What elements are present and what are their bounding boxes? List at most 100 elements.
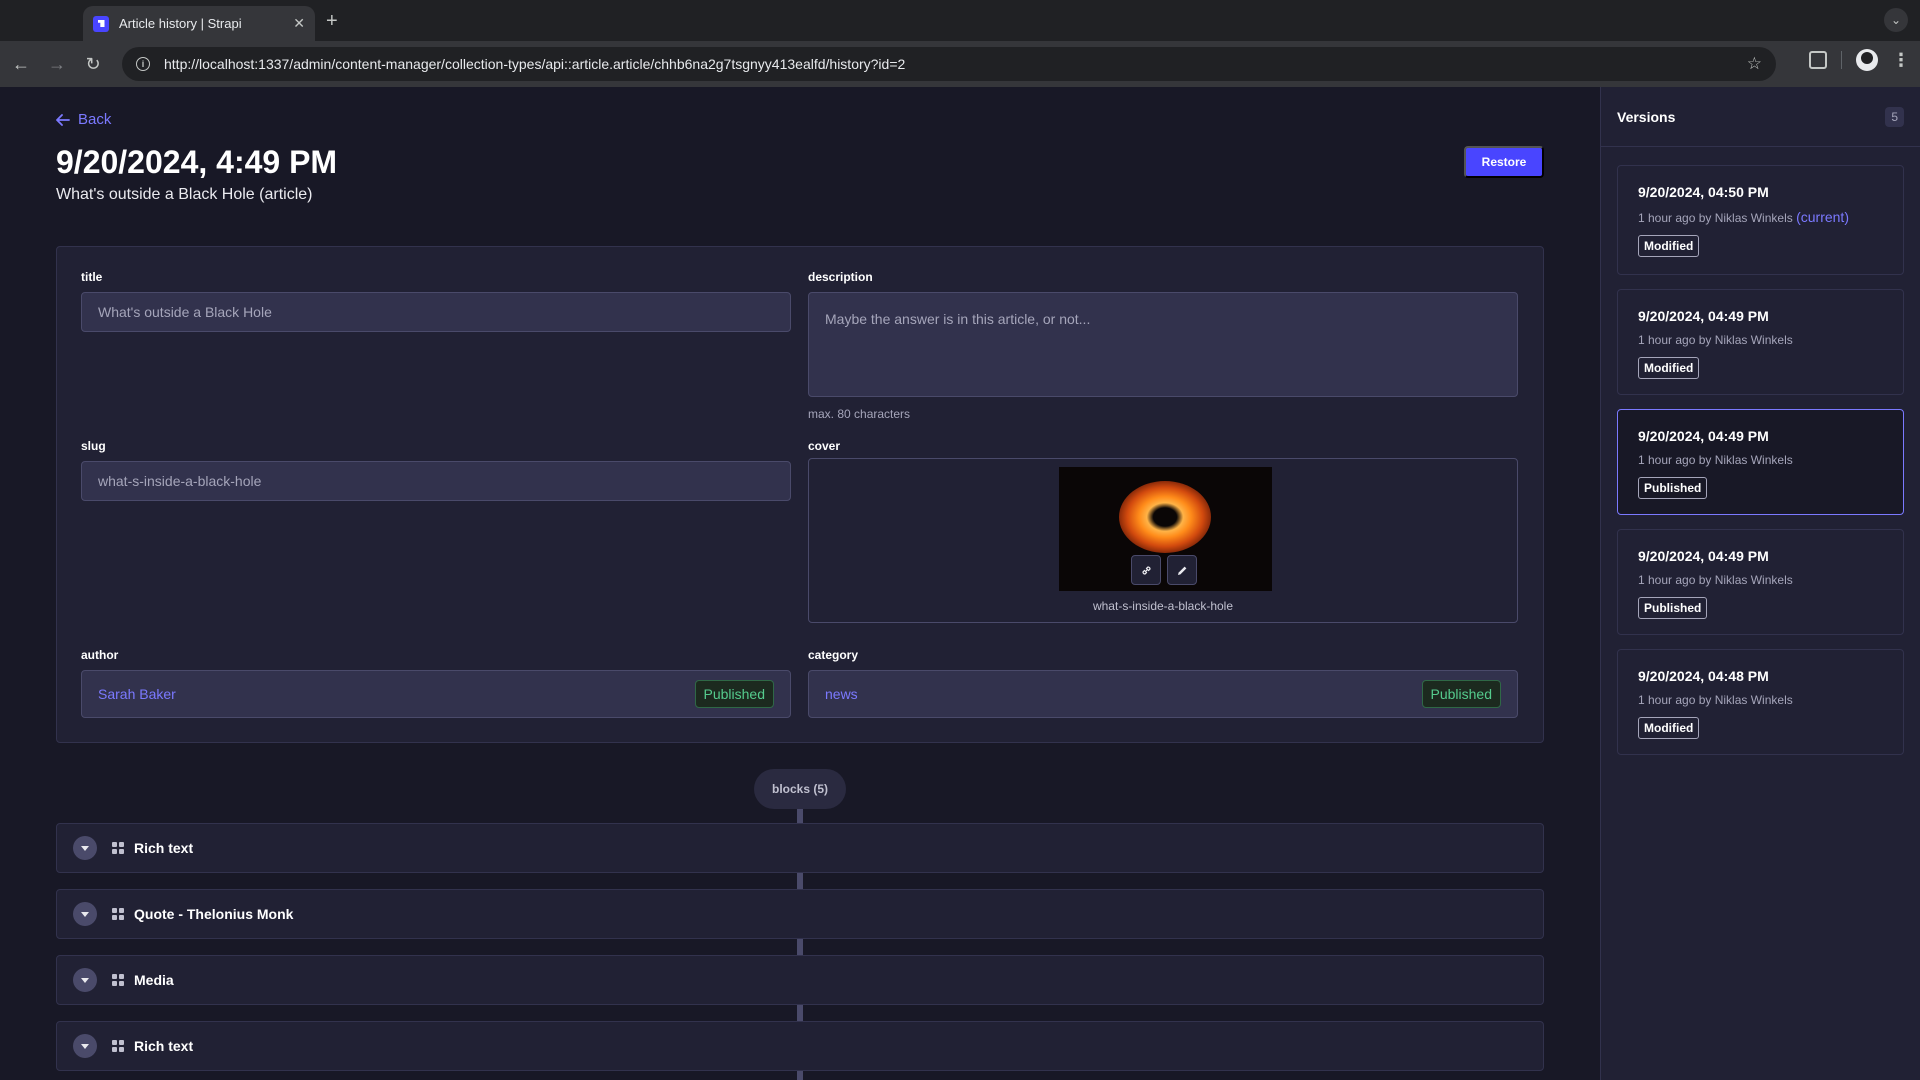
versions-title: Versions [1617, 108, 1676, 125]
bookmark-star-icon[interactable]: ☆ [1747, 54, 1762, 74]
page-title: 9/20/2024, 4:49 PM [56, 144, 338, 180]
browser-menu-icon[interactable]: ⋮ [1892, 50, 1910, 71]
author-link[interactable]: Sarah Baker [98, 686, 176, 702]
slug-label: slug [81, 439, 106, 453]
block-item-rich-text[interactable]: Rich text [56, 1021, 1544, 1071]
extensions-icon[interactable] [1809, 51, 1827, 69]
block-item-rich-text[interactable]: Rich text [56, 823, 1544, 873]
description-hint: max. 80 characters [808, 407, 911, 421]
blocks-label: blocks (5) [754, 769, 846, 809]
block-connector [797, 939, 803, 955]
toolbar-divider [1841, 51, 1842, 69]
browser-tab[interactable]: Article history | Strapi ✕ [83, 6, 315, 41]
component-grid-icon [112, 908, 124, 920]
toolbar-actions: ⋮ [1809, 49, 1910, 71]
site-info-icon[interactable]: i [136, 57, 150, 71]
block-label: Rich text [134, 1038, 194, 1054]
block-item-quote[interactable]: Quote - Thelonius Monk [56, 889, 1544, 939]
author-relation: Sarah Baker Published [81, 670, 791, 718]
block-label: Quote - Thelonius Monk [134, 906, 294, 922]
author-status-badge: Published [694, 680, 774, 708]
category-relation: news Published [808, 670, 1518, 718]
version-author: 1 hour ago by Niklas Winkels [1638, 211, 1793, 225]
tab-title: Article history | Strapi [119, 16, 242, 31]
version-status-badge: Modified [1638, 235, 1700, 257]
versions-header: Versions 5 [1601, 87, 1920, 147]
current-version-label: (current) [1796, 209, 1849, 225]
reload-icon[interactable]: ↻ [78, 49, 108, 79]
block-connector [797, 1071, 803, 1080]
tab-search-icon[interactable]: ⌄ [1884, 8, 1908, 32]
version-author: 1 hour ago by Niklas Winkels [1638, 333, 1793, 347]
edit-asset-button[interactable] [1167, 555, 1197, 585]
restore-button[interactable]: Restore [1464, 146, 1544, 178]
version-status-badge: Modified [1638, 357, 1700, 379]
cover-file-name: what-s-inside-a-black-hole [1092, 599, 1234, 613]
version-author: 1 hour ago by Niklas Winkels [1638, 573, 1793, 587]
black-hole-image [1119, 481, 1211, 553]
category-label: category [808, 648, 859, 662]
version-date: 9/20/2024, 04:50 PM [1638, 184, 1769, 200]
cover-actions [1131, 555, 1197, 585]
category-status-badge: Published [1421, 680, 1501, 708]
block-connector [797, 1005, 803, 1021]
version-date: 9/20/2024, 04:49 PM [1638, 548, 1769, 564]
browser-tabbar: Article history | Strapi ✕ + ⌄ [0, 0, 1920, 41]
title-field[interactable]: What's outside a Black Hole [81, 292, 791, 332]
category-link[interactable]: news [825, 686, 858, 702]
pencil-icon [1177, 566, 1186, 575]
version-date: 9/20/2024, 04:48 PM [1638, 668, 1769, 684]
version-date: 9/20/2024, 04:49 PM [1638, 428, 1769, 444]
cover-label: cover [808, 439, 841, 453]
page-subtitle: What's outside a Black Hole (article) [56, 186, 313, 203]
history-main: Back 9/20/2024, 4:49 PM What's outside a… [0, 87, 1600, 1080]
chevron-down-icon[interactable] [73, 968, 97, 992]
component-grid-icon [112, 974, 124, 986]
back-label: Back [78, 111, 112, 128]
profile-avatar[interactable] [1856, 49, 1878, 71]
chevron-down-icon[interactable] [73, 1034, 97, 1058]
back-arrow-icon[interactable]: ← [6, 49, 36, 79]
block-label: Media [134, 972, 174, 988]
version-date: 9/20/2024, 04:49 PM [1638, 308, 1769, 324]
close-tab-icon[interactable]: ✕ [293, 15, 305, 32]
browser-toolbar: ← → ↻ i http://localhost:1337/admin/cont… [0, 41, 1920, 87]
block-label: Rich text [134, 840, 194, 856]
description-field[interactable]: Maybe the answer is in this article, or … [808, 292, 1518, 397]
cover-image [1059, 467, 1272, 591]
version-meta: 1 hour ago by Niklas Winkels (current) [1638, 209, 1883, 225]
version-card[interactable]: 9/20/2024, 04:49 PM 1 hour ago by Niklas… [1617, 529, 1904, 635]
link-icon [1141, 565, 1151, 575]
version-card-selected[interactable]: 9/20/2024, 04:49 PM 1 hour ago by Niklas… [1617, 409, 1904, 515]
slug-field[interactable]: what-s-inside-a-black-hole [81, 461, 791, 501]
version-fields-card: title What's outside a Black Hole descri… [56, 246, 1544, 743]
copy-link-button[interactable] [1131, 555, 1161, 585]
forward-arrow-icon[interactable]: → [42, 49, 72, 79]
component-grid-icon [112, 1040, 124, 1052]
version-status-badge: Published [1638, 477, 1708, 499]
block-item-media[interactable]: Media [56, 955, 1544, 1005]
author-label: author [81, 648, 119, 662]
version-card[interactable]: 9/20/2024, 04:48 PM 1 hour ago by Niklas… [1617, 649, 1904, 755]
version-author: 1 hour ago by Niklas Winkels [1638, 453, 1793, 467]
address-bar[interactable]: i http://localhost:1337/admin/content-ma… [122, 47, 1776, 81]
component-grid-icon [112, 842, 124, 854]
new-tab-icon[interactable]: + [326, 10, 338, 33]
cover-field: what-s-inside-a-black-hole [808, 458, 1518, 623]
version-card[interactable]: 9/20/2024, 04:50 PM 1 hour ago by Niklas… [1617, 165, 1904, 275]
version-card[interactable]: 9/20/2024, 04:49 PM 1 hour ago by Niklas… [1617, 289, 1904, 395]
back-link[interactable]: Back [56, 111, 111, 128]
block-connector [797, 873, 803, 889]
strapi-favicon-icon [93, 15, 109, 32]
chevron-down-icon[interactable] [73, 836, 97, 860]
title-label: title [81, 270, 103, 284]
versions-count-badge: 5 [1885, 106, 1904, 127]
arrow-left-icon [56, 113, 70, 126]
version-status-badge: Modified [1638, 717, 1700, 739]
address-url[interactable]: http://localhost:1337/admin/content-mana… [164, 56, 905, 72]
block-connector [797, 809, 803, 823]
version-status-badge: Published [1638, 597, 1708, 619]
description-label: description [808, 270, 873, 284]
chevron-down-icon[interactable] [73, 902, 97, 926]
version-author: 1 hour ago by Niklas Winkels [1638, 693, 1793, 707]
